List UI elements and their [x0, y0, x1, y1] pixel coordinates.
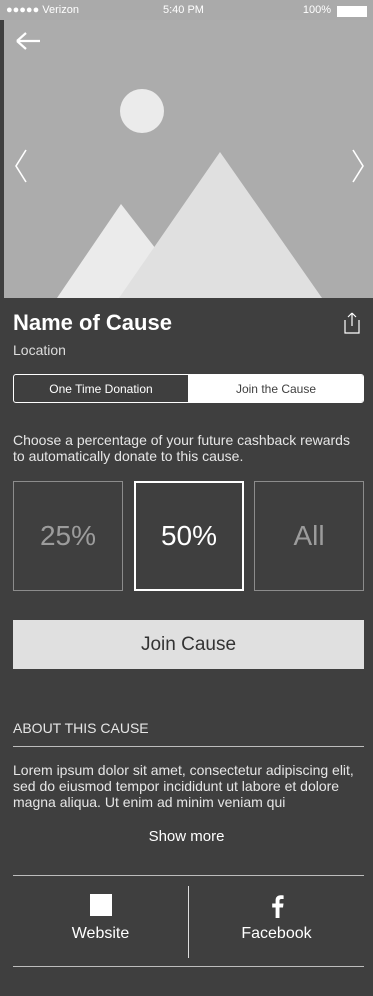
links-bottom-divider: [13, 966, 364, 967]
share-icon[interactable]: [341, 311, 363, 335]
facebook-icon: [270, 894, 284, 923]
chevron-left-icon[interactable]: [12, 148, 30, 184]
donation-type-toggle: One Time Donation Join the Cause: [13, 374, 364, 403]
battery-icon: [337, 6, 367, 17]
battery-percent: 100%: [302, 4, 331, 16]
clock: 5:40 PM: [163, 4, 204, 16]
option-all[interactable]: All: [254, 481, 364, 591]
join-cause-button[interactable]: Join Cause: [13, 620, 364, 669]
website-link[interactable]: Website: [13, 876, 188, 966]
percentage-description: Choose a percentage of your future cashb…: [13, 432, 350, 464]
image-placeholder-icon: [57, 89, 322, 298]
about-divider: [13, 746, 364, 747]
cause-location: Location: [13, 342, 66, 358]
facebook-label: Facebook: [241, 925, 312, 942]
about-text: Lorem ipsum dolor sit amet, consectetur …: [13, 762, 354, 810]
percentage-options: 25% 50% All: [13, 481, 364, 591]
cause-image-carousel[interactable]: [4, 20, 373, 298]
option-50-percent[interactable]: 50%: [134, 481, 244, 591]
status-bar: ●●●●● Verizon 5:40 PM 100%: [0, 0, 373, 20]
arrow-left-icon[interactable]: [14, 30, 42, 52]
website-icon: [89, 894, 112, 921]
facebook-link[interactable]: Facebook: [189, 876, 364, 966]
option-25-percent[interactable]: 25%: [13, 481, 123, 591]
cause-title: Name of Cause: [13, 310, 172, 335]
show-more-link[interactable]: Show more: [0, 828, 373, 845]
carrier-label: ●●●●● Verizon: [6, 4, 79, 16]
tab-join-the-cause[interactable]: Join the Cause: [189, 375, 363, 402]
website-label: Website: [71, 925, 130, 942]
external-links: Website Facebook: [13, 876, 364, 966]
tab-one-time-donation[interactable]: One Time Donation: [14, 375, 189, 402]
about-heading: ABOUT THIS CAUSE: [13, 720, 149, 736]
chevron-right-icon[interactable]: [349, 148, 367, 184]
